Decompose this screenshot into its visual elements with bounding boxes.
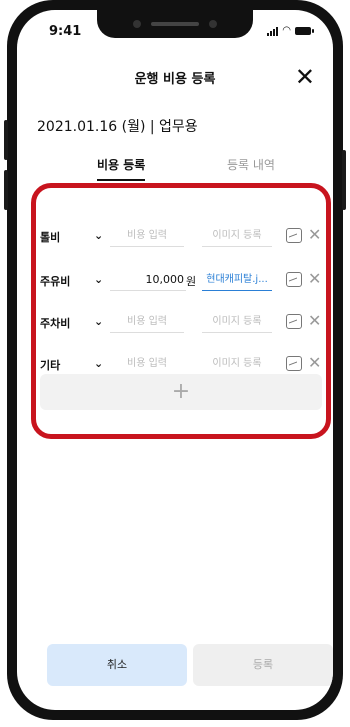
status-icons: ◠ [267,25,314,36]
status-bar: 9:41 ◠ [17,10,333,56]
amount-input[interactable]: 10,000 [110,270,186,291]
chevron-down-icon[interactable]: ⌄ [94,315,103,328]
category-label[interactable]: 주유비 [40,273,70,289]
tab-history[interactable]: 등록 내역 [227,156,275,173]
close-icon[interactable]: ✕ [308,225,321,244]
close-icon[interactable]: ✕ [308,269,321,288]
speaker [151,22,199,26]
power-button [342,150,346,210]
signal-icon [267,26,279,36]
amount-input[interactable]: 비용 입력 [110,312,184,333]
image-field[interactable]: 현대캐피탈.j... [202,270,272,291]
status-time: 9:41 [49,24,82,39]
image-icon[interactable] [286,356,302,371]
volume-up-button [4,120,8,160]
expense-row: 주차비 ⌄ 비용 입력 이미지 등록 ✕ [36,310,326,338]
phone-frame: 9:41 ◠ 운행 비용 등록 ✕ 2021.01.16 (월) | 업무용 비… [4,0,346,720]
expense-row: 주유비 ⌄ 10,000 원 현대캐피탈.j... ✕ [36,268,326,296]
close-icon[interactable]: ✕ [295,62,315,92]
tab-expense-register[interactable]: 비용 등록 [97,156,146,181]
close-icon[interactable]: ✕ [308,353,321,372]
camera-dot [209,20,217,28]
plus-icon: + [171,379,191,404]
category-label[interactable]: 기타 [40,357,60,373]
header: 운행 비용 등록 ✕ [17,62,333,98]
page-title: 운행 비용 등록 [134,72,216,87]
tab-bar: 비용 등록 등록 내역 [17,156,333,186]
wifi-icon: ◠ [282,25,291,36]
volume-down-button [4,170,8,210]
notch [97,10,253,38]
image-field[interactable]: 이미지 등록 [202,312,272,333]
register-button[interactable]: 등록 [193,644,333,686]
expense-row: 톨비 ⌄ 비용 입력 이미지 등록 ✕ [36,224,326,252]
cancel-button[interactable]: 취소 [47,644,187,686]
amount-unit: 원 [186,275,197,288]
chevron-down-icon[interactable]: ⌄ [94,229,103,242]
category-label[interactable]: 주차비 [40,315,70,331]
image-icon[interactable] [286,272,302,287]
chevron-down-icon[interactable]: ⌄ [94,357,103,370]
image-icon[interactable] [286,314,302,329]
image-field[interactable]: 이미지 등록 [202,354,272,375]
expense-card: 톨비 ⌄ 비용 입력 이미지 등록 ✕ 주유비 ⌄ 10,000 원 현대캐피탈… [31,183,331,439]
amount-input[interactable]: 비용 입력 [110,354,184,375]
chevron-down-icon[interactable]: ⌄ [94,273,103,286]
image-field[interactable]: 이미지 등록 [202,226,272,247]
image-icon[interactable] [286,228,302,243]
date-line: 2021.01.16 (월) | 업무용 [37,119,198,135]
screen: 9:41 ◠ 운행 비용 등록 ✕ 2021.01.16 (월) | 업무용 비… [17,10,333,710]
battery-icon [295,26,314,35]
add-expense-button[interactable]: + [40,374,322,410]
category-label[interactable]: 톨비 [40,229,60,245]
close-icon[interactable]: ✕ [308,311,321,330]
amount-input[interactable]: 비용 입력 [110,226,184,247]
sensor-dot [133,20,141,28]
